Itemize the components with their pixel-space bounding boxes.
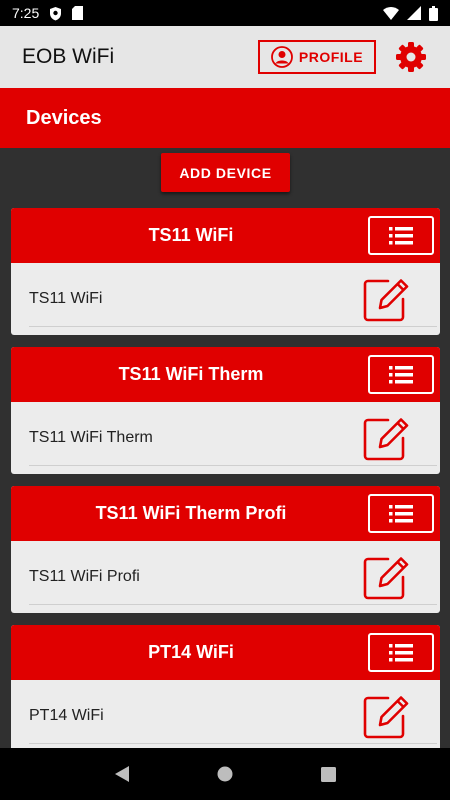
device-card: TS11 WiFi TS11 WiFi: [11, 208, 440, 335]
divider: [29, 743, 437, 744]
profile-label: PROFILE: [298, 49, 364, 65]
device-header-title: PT14 WiFi: [148, 642, 234, 662]
list-icon: [389, 504, 413, 523]
device-card: TS11 WiFi Therm Profi TS11 WiFi Profi: [11, 486, 440, 613]
device-card-body[interactable]: TS11 WiFi: [11, 263, 440, 335]
list-icon: [389, 365, 413, 384]
app-title: EOB WiFi: [22, 45, 115, 68]
device-menu-button[interactable]: [368, 216, 434, 255]
system-nav-bar: [0, 748, 450, 800]
signal-icon: [407, 6, 421, 20]
device-header-title: TS11 WiFi Therm Profi: [95, 503, 287, 523]
device-card-header: TS11 WiFi Therm Profi: [11, 486, 440, 541]
edit-icon[interactable]: [362, 553, 410, 606]
shield-icon: [49, 6, 62, 21]
device-menu-button[interactable]: [368, 494, 434, 533]
profile-button[interactable]: PROFILE: [258, 40, 376, 74]
status-bar: 7:25: [0, 0, 450, 26]
home-icon[interactable]: [217, 766, 233, 782]
device-card-body[interactable]: TS11 WiFi Profi: [11, 541, 440, 613]
edit-icon[interactable]: [362, 414, 410, 467]
add-device-button[interactable]: ADD DEVICE: [161, 153, 290, 192]
device-name: TS11 WiFi Profi: [29, 568, 140, 585]
device-name: PT14 WiFi: [29, 707, 104, 724]
device-card-header: PT14 WiFi: [11, 625, 440, 680]
edit-icon[interactable]: [362, 692, 410, 745]
edit-icon[interactable]: [362, 275, 410, 328]
wifi-icon: [383, 6, 399, 20]
status-time: 7:25: [12, 5, 40, 21]
section-header: Devices: [0, 88, 450, 148]
device-name: TS11 WiFi: [29, 290, 103, 307]
divider: [29, 604, 437, 605]
device-card: PT14 WiFi PT14 WiFi: [11, 625, 440, 752]
back-icon[interactable]: [114, 765, 130, 783]
section-title: Devices: [26, 106, 102, 129]
device-card-body[interactable]: TS11 WiFi Therm: [11, 402, 440, 474]
list-icon: [389, 643, 413, 662]
device-menu-button[interactable]: [368, 633, 434, 672]
list-icon: [389, 226, 413, 245]
device-card-body[interactable]: PT14 WiFi: [11, 680, 440, 752]
device-name: TS11 WiFi Therm: [29, 429, 153, 446]
device-card: TS11 WiFi Therm TS11 WiFi Therm: [11, 347, 440, 474]
app-bar: EOB WiFi PROFILE: [0, 26, 450, 88]
sd-card-icon: [72, 6, 84, 20]
device-header-title: TS11 WiFi Therm: [118, 364, 264, 384]
recents-icon[interactable]: [321, 766, 337, 782]
battery-icon: [429, 5, 438, 21]
device-card-header: TS11 WiFi: [11, 208, 440, 263]
device-card-header: TS11 WiFi Therm: [11, 347, 440, 402]
device-menu-button[interactable]: [368, 355, 434, 394]
gear-icon[interactable]: [394, 40, 428, 74]
divider: [29, 326, 437, 327]
user-icon: [271, 46, 293, 68]
device-header-title: TS11 WiFi: [148, 225, 234, 245]
divider: [29, 465, 437, 466]
